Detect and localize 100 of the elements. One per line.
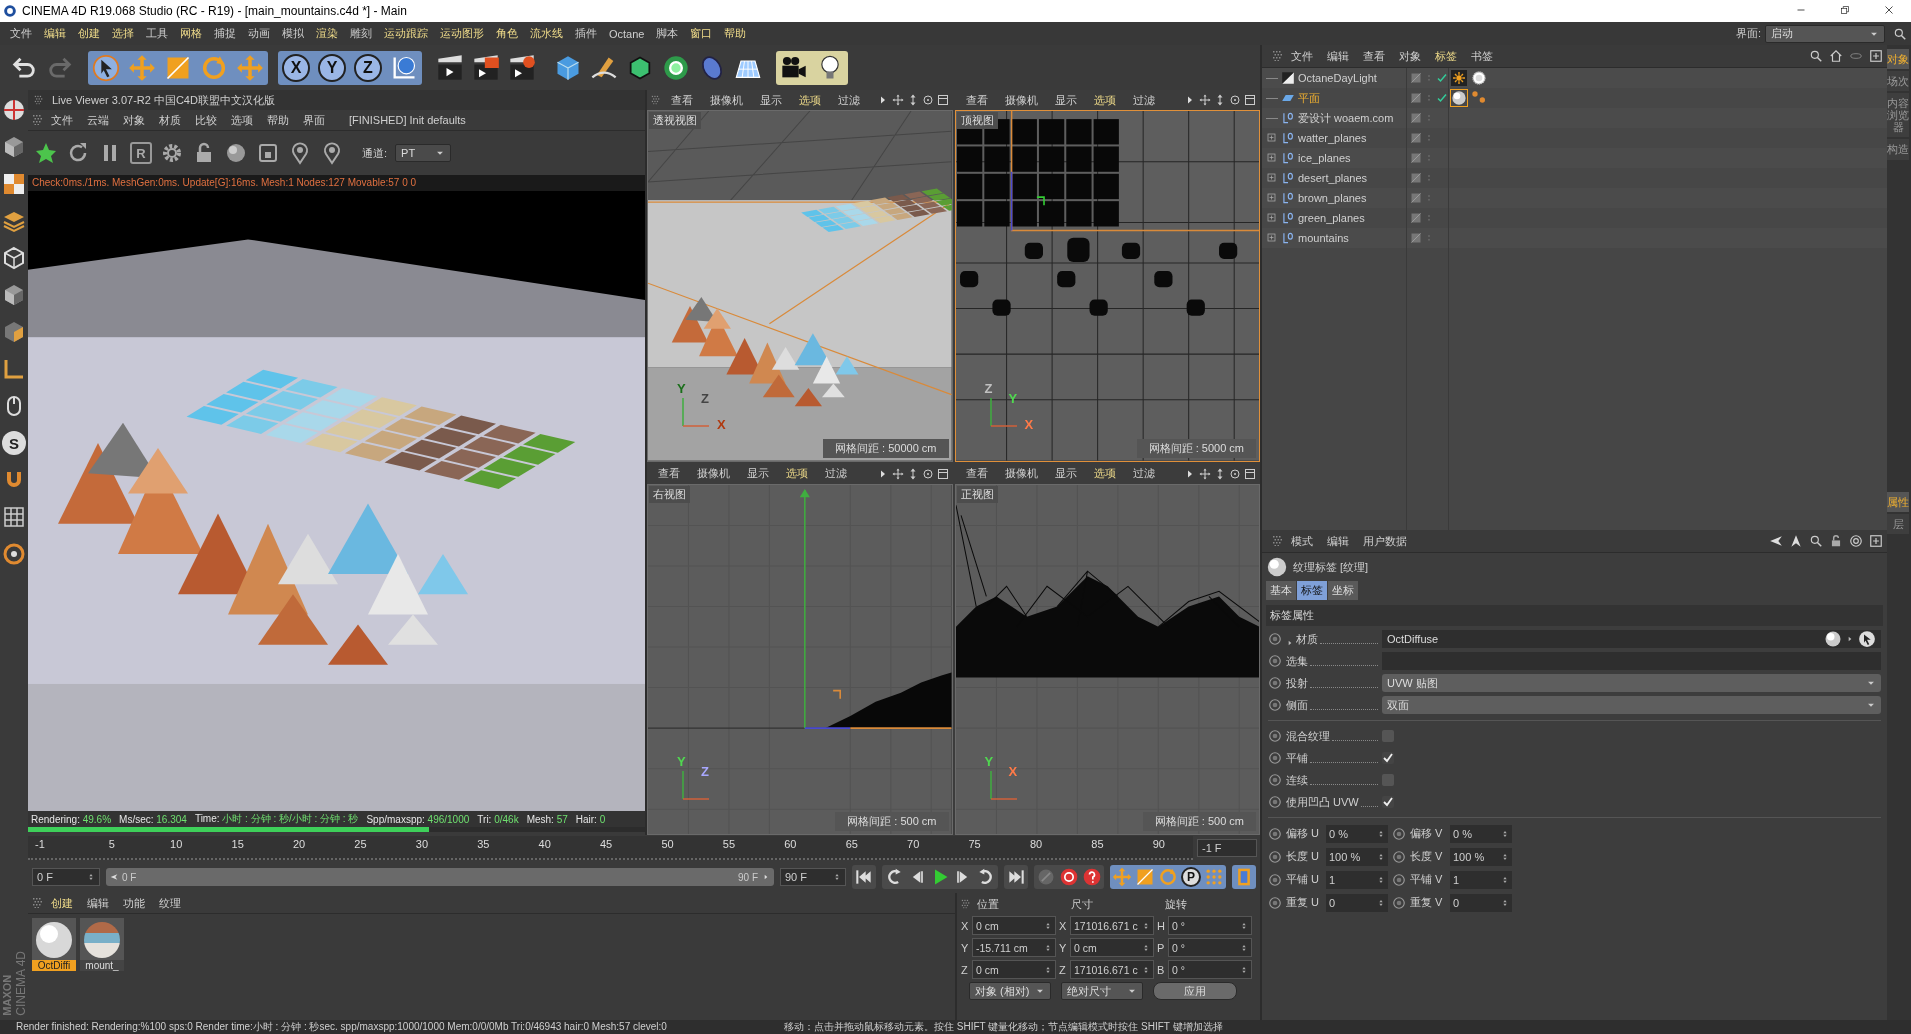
search-icon[interactable] — [1809, 49, 1823, 63]
layer-icon[interactable] — [1410, 92, 1422, 104]
menu-item[interactable]: 模式 — [1284, 532, 1320, 550]
number-field[interactable]: 0 — [1326, 893, 1388, 912]
menu-item[interactable]: 显示 — [1047, 91, 1084, 109]
animation-radio-icon[interactable] — [1392, 872, 1406, 887]
coordinate-field[interactable]: 0 ° — [1168, 960, 1252, 979]
cloner-icon[interactable] — [662, 53, 690, 82]
menu-item[interactable]: 编辑 — [38, 24, 72, 43]
layer-icon[interactable] — [1410, 212, 1422, 224]
attribute-tab[interactable]: 坐标 — [1328, 581, 1358, 600]
menu-item[interactable]: 选项 — [792, 91, 828, 109]
dots-tag-icon[interactable] — [1471, 90, 1487, 106]
snap-s-button[interactable]: S — [2, 431, 26, 455]
menu-item[interactable]: 雕刻 — [344, 24, 378, 43]
perspective-view-drawing[interactable] — [647, 110, 953, 462]
menu-item[interactable]: 过滤 — [831, 91, 867, 109]
object-name[interactable]: watter_planes — [1298, 132, 1367, 144]
menu-item[interactable]: 显示 — [753, 91, 789, 109]
menu-item[interactable]: 过滤 — [1125, 465, 1162, 482]
menu-item[interactable]: 摄像机 — [703, 91, 750, 109]
expand-icon[interactable] — [1266, 172, 1278, 184]
channel-dropdown[interactable]: PT — [395, 144, 452, 162]
expand-icon[interactable] — [1266, 192, 1278, 204]
animation-radio-icon[interactable] — [1268, 729, 1282, 743]
search-icon[interactable] — [1893, 26, 1907, 41]
option-dropdown[interactable]: UVW 贴图 — [1382, 674, 1881, 692]
expand-icon[interactable] — [1266, 132, 1278, 144]
enabled-check-icon[interactable] — [1436, 92, 1448, 104]
menu-item[interactable]: 查看 — [958, 465, 995, 482]
side-tab[interactable]: 场次 — [1887, 71, 1909, 92]
frame-range-slider[interactable]: 0 F 90 F — [106, 868, 774, 886]
menu-item[interactable]: 云端 — [80, 111, 116, 129]
number-field[interactable]: 100 % — [1450, 847, 1512, 866]
maximize-icon[interactable] — [1244, 94, 1256, 106]
menu-item[interactable]: 摄像机 — [690, 465, 737, 482]
object-row[interactable]: brown_planes — [1262, 188, 1887, 208]
menu-item[interactable]: 摄像机 — [997, 465, 1045, 482]
menu-item[interactable]: 角色 — [490, 24, 524, 43]
new-window-icon[interactable] — [1869, 534, 1883, 548]
menu-item[interactable]: 流水线 — [524, 24, 569, 43]
expand-icon[interactable] — [1266, 152, 1278, 164]
menu-item[interactable]: 动画 — [242, 24, 276, 43]
orbit-icon[interactable] — [921, 467, 934, 480]
render-settings-icon[interactable] — [508, 53, 536, 82]
side-tab[interactable]: 层 — [1887, 513, 1909, 534]
menu-item[interactable]: 书签 — [1464, 47, 1500, 65]
layer-icon[interactable] — [1410, 112, 1422, 124]
orbit-icon[interactable] — [1229, 467, 1241, 480]
mode-dropdown[interactable]: 对象 (相对) — [969, 982, 1051, 1000]
octane-sphere-icon[interactable] — [2, 98, 26, 122]
coordinate-field[interactable]: 0 cm — [972, 960, 1056, 979]
expand-arrow-icon[interactable] — [1286, 638, 1294, 647]
object-name[interactable]: OctaneDayLight — [1298, 72, 1377, 84]
cube-icon[interactable] — [2, 283, 26, 307]
menu-item[interactable]: 对象 — [1392, 47, 1428, 65]
side-tab[interactable]: 属性 — [1887, 491, 1909, 512]
menu-item[interactable]: 创建 — [72, 24, 106, 43]
cube-icon[interactable] — [2, 135, 26, 159]
axis-lock-button[interactable]: Z — [354, 53, 382, 82]
animation-radio-icon[interactable] — [1268, 795, 1282, 809]
menu-item[interactable]: 文件 — [1284, 47, 1320, 65]
maximize-icon[interactable] — [1244, 467, 1256, 480]
menu-item[interactable]: 选项 — [779, 465, 815, 482]
layers-icon[interactable] — [2, 209, 26, 233]
coordinate-field[interactable]: -15.711 cm — [972, 938, 1056, 957]
up-arrow-icon[interactable] — [1789, 534, 1803, 548]
coordinate-field[interactable]: 171016.671 c — [1070, 960, 1154, 979]
menu-item[interactable]: 捕捉 — [208, 24, 242, 43]
coordinate-field[interactable]: 171016.671 c — [1070, 916, 1154, 935]
number-field[interactable]: 0 % — [1326, 824, 1388, 843]
menu-item[interactable]: 窗口 — [684, 24, 719, 43]
home-icon[interactable] — [1829, 49, 1843, 63]
object-name[interactable]: brown_planes — [1298, 192, 1367, 204]
expand-icon[interactable] — [1266, 232, 1278, 244]
material-swatch[interactable]: OctDiffi — [32, 918, 76, 971]
snap-icon[interactable] — [2, 542, 26, 566]
option-dropdown[interactable]: 双面 — [1382, 696, 1881, 714]
animation-radio-icon[interactable] — [1392, 826, 1406, 841]
menu-item[interactable]: 比较 — [188, 111, 224, 129]
square-icon[interactable] — [256, 141, 280, 165]
menu-item[interactable]: 查看 — [651, 465, 687, 482]
top-view-drawing[interactable] — [954, 110, 1260, 462]
enabled-check-icon[interactable] — [1436, 72, 1448, 84]
sphere-icon[interactable] — [224, 141, 248, 165]
go-start-icon[interactable] — [854, 867, 874, 887]
animation-radio-icon[interactable] — [1268, 654, 1282, 668]
menu-item[interactable]: 运动图形 — [434, 24, 490, 43]
number-field[interactable]: 0 — [1450, 893, 1512, 912]
target-icon[interactable] — [1849, 534, 1863, 548]
object-row[interactable]: mountains — [1262, 228, 1887, 248]
animation-radio-icon[interactable] — [1268, 826, 1282, 841]
menu-item[interactable]: 文件 — [4, 24, 38, 43]
grid-icon[interactable] — [2, 505, 26, 529]
menu-item[interactable]: 帮助 — [718, 24, 753, 43]
object-row[interactable]: ice_planes — [1262, 148, 1887, 168]
menu-item[interactable]: 选项 — [224, 111, 260, 129]
object-name[interactable]: desert_planes — [1298, 172, 1368, 184]
menu-item[interactable]: 查看 — [664, 91, 700, 109]
checkbox[interactable] — [1382, 796, 1394, 808]
